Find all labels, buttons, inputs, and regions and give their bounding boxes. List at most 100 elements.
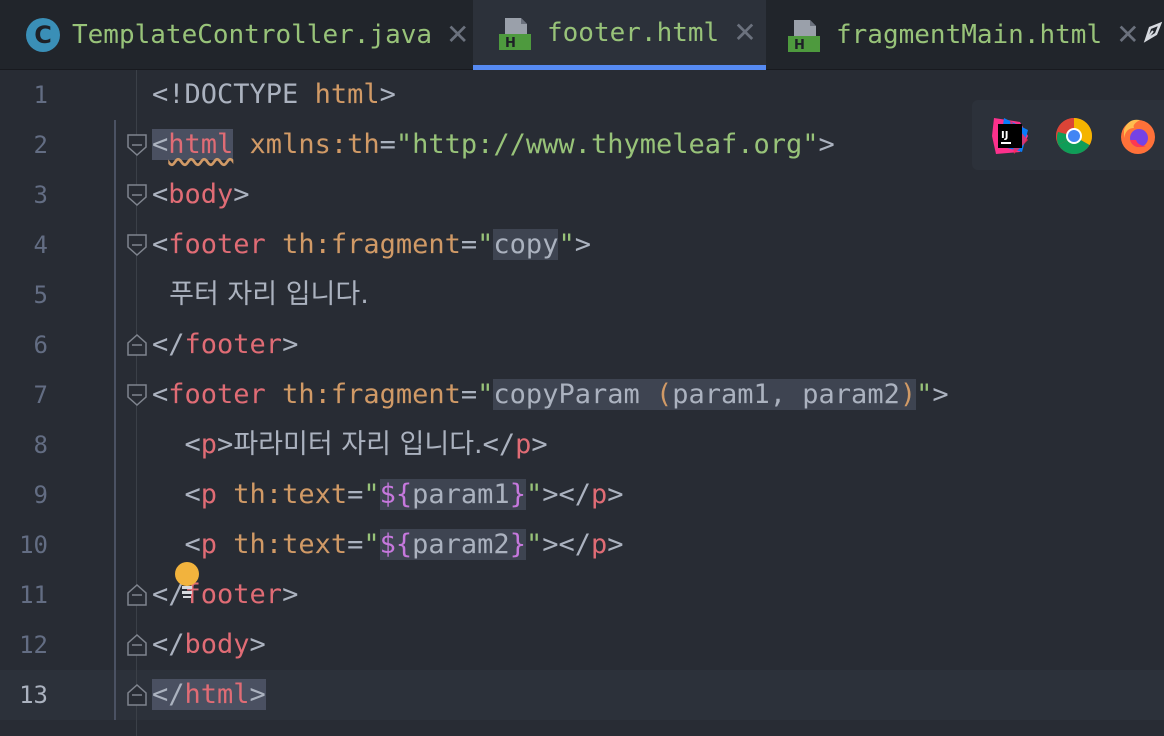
code-token: = [460,229,478,260]
code-token: " [477,379,494,410]
html-file-icon: H [788,20,820,53]
close-icon[interactable]: ✕ [446,21,469,49]
code-token: " [477,229,494,260]
tab-template-controller[interactable]: C TemplateController.java ✕ [0,0,472,70]
chrome-icon[interactable] [1054,116,1094,156]
editor-tab-bar: C TemplateController.java ✕ H footer.htm… [0,0,1164,70]
intellij-label: IJ [1001,130,1008,141]
code-token: copy [493,229,559,260]
fold-open-icon[interactable] [126,233,148,257]
firefox-icon[interactable] [1118,116,1158,156]
tab-footer-html[interactable]: H footer.html ✕ [473,0,766,70]
fold-close-icon[interactable] [126,683,148,707]
code-token: </ [152,329,185,360]
code-token: } [509,479,526,510]
code-token: xmlns:th [233,129,380,160]
code-token: " [916,379,933,410]
code-line[interactable]: <html xmlns:th="http://www.thymeleaf.org… [152,120,835,170]
code-token: ${ [379,479,413,510]
code-token: param2 [412,529,510,560]
line-number: 5 [33,281,48,309]
line-number: 6 [33,331,48,359]
code-token: p [591,479,608,510]
close-icon[interactable]: ✕ [733,18,756,47]
code-token: > [932,379,949,410]
fold-close-icon[interactable] [126,583,148,607]
code-line[interactable]: <body> [152,170,250,220]
code-token: p [200,479,218,510]
java-class-icon: C [26,18,60,52]
fold-guide [114,120,116,720]
code-token: <!DOCTYPE [152,79,315,110]
code-line[interactable]: </body> [152,620,266,670]
code-line[interactable]: </footer> [152,320,298,370]
svg-text:H: H [505,36,516,51]
code-token: > [607,529,624,560]
code-token: > [233,179,250,210]
code-token: " [363,479,380,510]
line-number: 3 [33,181,48,209]
code-token: " [525,479,543,510]
code-token: < [152,429,201,460]
code-token: > [217,429,234,460]
reader-mode-icon[interactable] [1142,20,1164,44]
code-line[interactable]: <footer th:fragment="copy"> [152,220,591,270]
fold-close-icon[interactable] [126,633,148,657]
code-line[interactable]: <footer th:fragment="copyParam (param1, … [152,370,949,420]
code-token: } [509,529,526,560]
code-token: th:fragment [265,229,461,260]
code-token: ></ [542,479,591,510]
code-token: > [607,479,624,510]
code-token: th:fragment [265,379,461,410]
code-token: p [515,429,532,460]
svg-text:H: H [794,38,805,53]
code-token: 푸터 자리 입니다. [152,279,369,310]
code-token: p [200,529,218,560]
line-number: 1 [33,81,48,109]
code-line[interactable]: <p th:text="${param1}"></p> [152,470,624,520]
code-token: > [818,129,835,160]
html-file-icon: H [499,17,531,51]
tab-label: TemplateController.java [72,20,433,50]
tab-label: fragmentMain.html [836,20,1103,50]
code-token: > [249,679,266,710]
lightbulb-icon[interactable] [172,560,202,600]
code-token: " [525,529,543,560]
code-line[interactable]: <!DOCTYPE html> [152,70,396,120]
line-number: 12 [19,631,48,659]
code-token: </ [152,679,185,710]
code-line[interactable]: 푸터 자리 입니다. [152,270,369,320]
code-token: th:text [217,529,348,560]
code-token: footer [168,379,266,410]
code-token: = [460,379,478,410]
code-token: body [184,629,250,660]
code-token: param1, param2 [672,379,900,410]
code-token: param1 [412,479,510,510]
code-token: = [379,129,396,160]
line-number: 4 [33,231,48,259]
code-token: html [184,679,250,710]
code-token: html [314,79,380,110]
code-line[interactable]: <p th:text="${param2}"></p> [152,520,624,570]
fold-open-icon[interactable] [126,383,148,407]
code-line[interactable]: </html> [152,670,266,720]
code-token: ) [899,379,917,410]
code-token: p [591,529,608,560]
code-token: " [363,529,380,560]
code-token: > [282,329,299,360]
code-token: </ [482,429,516,460]
fold-close-icon[interactable] [126,333,148,357]
code-token: " [558,229,575,260]
code-token: = [347,479,364,510]
fold-open-icon[interactable] [126,133,148,157]
tab-fragment-main-html[interactable]: H fragmentMain.html ✕ [766,0,1164,70]
code-token: p [200,429,218,460]
close-icon[interactable]: ✕ [1116,21,1139,49]
fold-open-icon[interactable] [126,183,148,207]
code-token: body [168,179,234,210]
code-line[interactable]: <p>파라미터 자리 입니다.</p> [152,420,548,470]
code-token: ( [655,379,673,410]
code-token: th:text [217,479,348,510]
intellij-icon[interactable]: IJ [990,116,1030,156]
code-token: > [282,579,299,610]
